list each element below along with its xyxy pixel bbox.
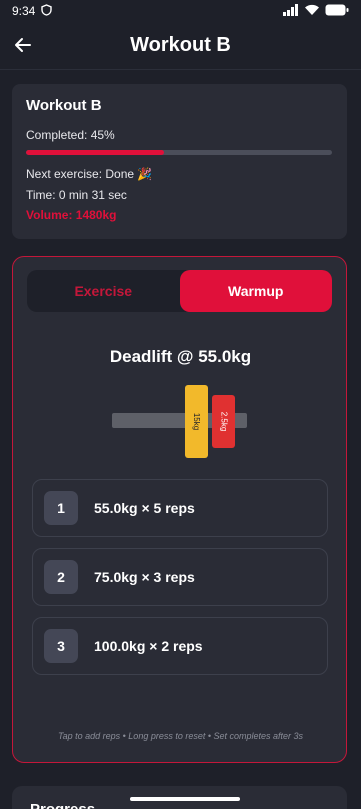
wifi-icon xyxy=(304,4,320,19)
plate-2-5kg: 2.5kg xyxy=(212,395,235,448)
tab-exercise[interactable]: Exercise xyxy=(27,270,180,312)
set-row[interactable]: 3 100.0kg × 2 reps xyxy=(32,617,328,675)
shield-icon xyxy=(41,3,53,19)
workout-summary-card: Workout B Completed: 45% Next exercise: … xyxy=(12,84,347,239)
barbell-diagram: 15kg 2.5kg xyxy=(13,381,348,461)
set-number-badge: 3 xyxy=(44,629,78,663)
app-bar: Workout B xyxy=(0,22,361,70)
set-description: 55.0kg × 5 reps xyxy=(94,500,195,516)
status-bar: 9:34 xyxy=(0,0,361,22)
volume-label: Volume: 1480kg xyxy=(26,208,117,222)
next-exercise-label: Next exercise: Done 🎉 xyxy=(26,167,153,181)
battery-icon xyxy=(325,4,349,19)
set-number-badge: 2 xyxy=(44,560,78,594)
usage-hint: Tap to add reps • Long press to reset • … xyxy=(57,731,304,741)
plate-15kg: 15kg xyxy=(185,385,208,458)
plate-label: 15kg xyxy=(191,412,201,431)
home-indicator[interactable] xyxy=(130,797,240,801)
exercise-title: Deadlift @ 55.0kg xyxy=(109,347,252,366)
page-title: Workout B xyxy=(130,34,231,56)
status-time: 9:34 xyxy=(12,4,36,18)
set-description: 75.0kg × 3 reps xyxy=(94,569,195,585)
tab-warmup[interactable]: Warmup xyxy=(179,270,332,312)
set-number-badge: 1 xyxy=(44,491,78,525)
elapsed-time-label: Time: 0 min 31 sec xyxy=(26,188,127,202)
exercise-card: Exercise Warmup Deadlift @ 55.0kg 15kg 2… xyxy=(12,256,347,763)
back-arrow-icon[interactable] xyxy=(12,34,34,56)
set-row[interactable]: 2 75.0kg × 3 reps xyxy=(32,548,328,606)
mode-segmented-control: Exercise Warmup xyxy=(27,270,332,312)
plate-label: 2.5kg xyxy=(218,411,228,432)
signal-icon xyxy=(283,3,299,19)
completion-progress-bar xyxy=(26,150,332,155)
completion-progress-fill xyxy=(26,150,164,155)
workout-name: Workout B xyxy=(26,97,102,114)
set-row[interactable]: 1 55.0kg × 5 reps xyxy=(32,479,328,537)
completed-label: Completed: 45% xyxy=(26,128,115,142)
set-description: 100.0kg × 2 reps xyxy=(94,638,203,654)
progress-section-title: Progress xyxy=(30,801,329,809)
